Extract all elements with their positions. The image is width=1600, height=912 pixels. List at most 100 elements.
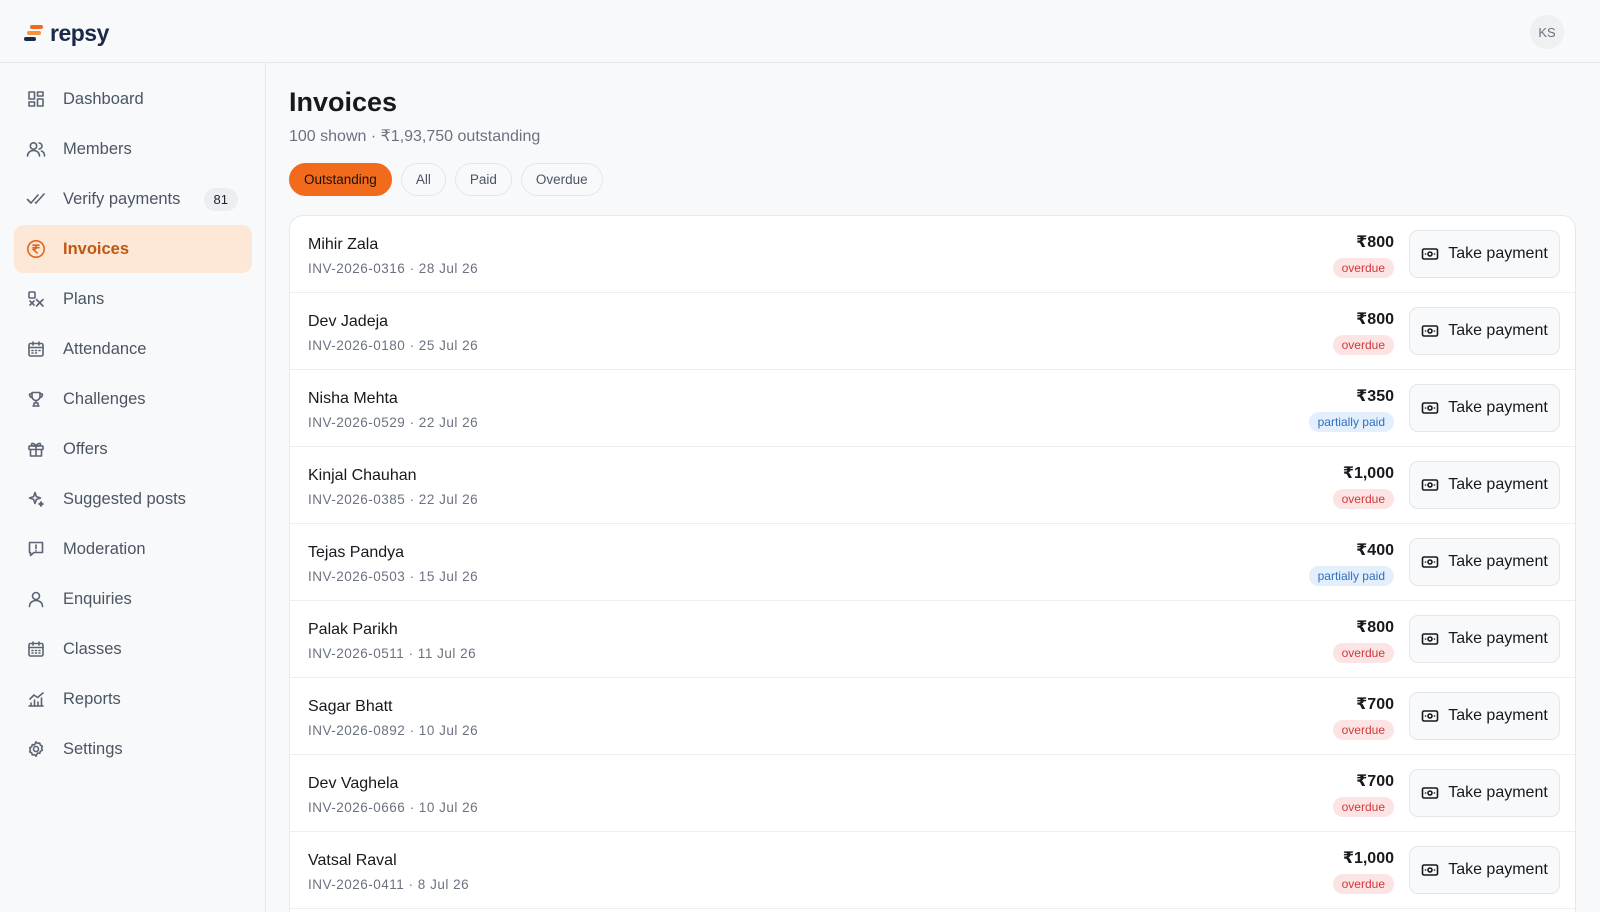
cash-icon	[1421, 786, 1439, 800]
logo-mark-icon	[24, 24, 44, 42]
invoice-row[interactable]: Dev Vaghela INV-2026-0666 · 10 Jul 26 ₹700…	[290, 755, 1575, 832]
cash-icon	[1421, 632, 1439, 646]
cash-icon	[1421, 324, 1439, 338]
invoice-row[interactable]: Vatsal Raval INV-2026-0411 · 8 Jul 26 ₹1,0…	[290, 832, 1575, 909]
gear-icon	[26, 739, 46, 759]
invoice-amount: ₹700	[1356, 773, 1394, 790]
invoice-row[interactable]: Tejas Pandya INV-2026-0503 · 15 Jul 26 ₹40…	[290, 524, 1575, 601]
status-badge: overdue	[1332, 335, 1394, 355]
filter-chip-paid[interactable]: Paid	[454, 163, 512, 196]
take-payment-button[interactable]: Take payment	[1409, 230, 1560, 278]
sidebar-item-suggested-posts[interactable]: Suggested posts	[14, 475, 252, 523]
take-payment-label: Take payment	[1448, 245, 1548, 262]
user-icon	[26, 589, 46, 609]
member-name: Dev Vaghela	[308, 775, 399, 792]
sidebar-item-classes[interactable]: Classes	[14, 625, 252, 673]
sidebar-item-members[interactable]: Members	[14, 125, 252, 173]
cash-icon	[1421, 247, 1439, 261]
member-name: Tejas Pandya	[308, 544, 405, 561]
invoice-row[interactable]: Kinjal Chauhan INV-2026-0385 · 22 Jul 26 ₹…	[290, 447, 1575, 524]
invoice-meta: INV-2026-0666 · 10 Jul 26	[308, 800, 479, 815]
sidebar-item-label: Verify payments	[63, 189, 181, 208]
sidebar-item-settings[interactable]: Settings	[14, 725, 252, 773]
invoice-meta: INV-2026-0529 · 22 Jul 26	[308, 415, 479, 430]
sidebar-item-attendance[interactable]: Attendance	[14, 325, 252, 373]
count-badge: 81	[203, 187, 238, 211]
invoice-meta: INV-2026-0503 · 15 Jul 26	[308, 569, 479, 584]
sidebar-item-offers[interactable]: Offers	[14, 425, 252, 473]
filter-chip-all[interactable]: All	[400, 163, 446, 196]
status-badge: overdue	[1332, 489, 1394, 509]
plans-icon	[26, 289, 46, 309]
sparkles-icon	[26, 489, 46, 509]
sidebar-item-moderation[interactable]: Moderation	[14, 525, 252, 573]
member-name: Palak Parikh	[308, 621, 398, 638]
status-badge: overdue	[1332, 258, 1394, 278]
invoice-amount: ₹1,000	[1342, 850, 1394, 867]
take-payment-button[interactable]: Take payment	[1409, 615, 1560, 663]
cash-icon	[1421, 863, 1439, 877]
take-payment-button[interactable]: Take payment	[1409, 307, 1560, 355]
sidebar-item-label: Reports	[63, 689, 121, 708]
take-payment-button[interactable]: Take payment	[1409, 846, 1560, 894]
sidebar-item-label: Members	[63, 139, 132, 158]
calendar-grid-icon	[26, 639, 46, 659]
status-badge: overdue	[1332, 797, 1394, 817]
member-name: Dev Jadeja	[308, 313, 389, 330]
invoice-meta: INV-2026-0385 · 22 Jul 26	[308, 492, 479, 507]
invoice-row[interactable]: Dev Jadeja INV-2026-0180 · 25 Jul 26 ₹800 o…	[290, 293, 1575, 370]
take-payment-button[interactable]: Take payment	[1409, 461, 1560, 509]
sidebar-item-label: Invoices	[63, 239, 130, 258]
sidebar-item-reports[interactable]: Reports	[14, 675, 252, 723]
sidebar-item-verify-payments[interactable]: Verify payments 81	[14, 175, 252, 223]
status-badge: partially paid	[1308, 412, 1394, 432]
invoice-row[interactable]: Mihir Zala INV-2026-0316 · 28 Jul 26 ₹800 o…	[290, 216, 1575, 293]
invoice-amount: ₹800	[1356, 234, 1394, 251]
sidebar-item-challenges[interactable]: Challenges	[14, 375, 252, 423]
invoice-row[interactable]: Palak Parikh INV-2026-0511 · 11 Jul 26 ₹80…	[290, 601, 1575, 678]
page-subtitle: 100 shown · ₹1,93,750 outstanding	[289, 128, 541, 145]
sidebar-item-enquiries[interactable]: Enquiries	[14, 575, 252, 623]
sidebar-item-label: Attendance	[63, 339, 147, 358]
filter-chip-overdue[interactable]: Overdue	[520, 163, 603, 196]
filter-chip-outstanding[interactable]: Outstanding	[289, 163, 392, 196]
sidebar-item-dashboard[interactable]: Dashboard	[14, 75, 252, 123]
sidebar-item-label: Moderation	[63, 539, 146, 558]
take-payment-button[interactable]: Take payment	[1409, 769, 1560, 817]
take-payment-button[interactable]: Take payment	[1409, 384, 1560, 432]
status-badge: partially paid	[1308, 566, 1394, 586]
sidebar-item-plans[interactable]: Plans	[14, 275, 252, 323]
brand-logo[interactable]: repsy	[24, 20, 109, 46]
member-name: Kinjal Chauhan	[308, 467, 417, 484]
member-name: Nisha Mehta	[308, 390, 398, 407]
invoice-row[interactable]: Sagar Bhatt INV-2026-0892 · 10 Jul 26 ₹700…	[290, 678, 1575, 755]
sidebar-item-label: Suggested posts	[63, 489, 186, 508]
sidebar-item-invoices[interactable]: Invoices	[14, 225, 252, 273]
cash-icon	[1421, 478, 1439, 492]
take-payment-button[interactable]: Take payment	[1409, 538, 1560, 586]
member-name: Sagar Bhatt	[308, 698, 393, 715]
cash-icon	[1421, 555, 1439, 569]
avatar[interactable]: KS	[1530, 15, 1564, 49]
message-alert-icon	[26, 539, 46, 559]
brand-name: repsy	[50, 19, 109, 46]
rupee-circle-icon	[26, 239, 46, 259]
members-icon	[26, 139, 46, 159]
sidebar-item-label: Offers	[63, 439, 108, 458]
invoice-amount: ₹800	[1356, 619, 1394, 636]
take-payment-button[interactable]: Take payment	[1409, 692, 1560, 740]
sidebar-item-label: Dashboard	[63, 89, 144, 108]
status-badge: overdue	[1332, 643, 1394, 663]
invoice-amount: ₹400	[1356, 542, 1394, 559]
invoice-row[interactable]: Nisha Mehta INV-2026-0529 · 22 Jul 26 ₹350…	[290, 370, 1575, 447]
take-payment-label: Take payment	[1448, 784, 1548, 801]
take-payment-label: Take payment	[1448, 476, 1548, 493]
sidebar-item-label: Plans	[63, 289, 105, 308]
chart-icon	[26, 689, 46, 709]
invoice-meta: INV-2026-0411 · 8 Jul 26	[308, 877, 470, 892]
invoice-list: Mihir Zala INV-2026-0316 · 28 Jul 26 ₹800 o…	[289, 215, 1576, 912]
invoice-meta: INV-2026-0180 · 25 Jul 26	[308, 338, 479, 353]
top-bar: repsy KS	[0, 0, 1600, 63]
status-badge: overdue	[1332, 874, 1394, 894]
take-payment-label: Take payment	[1448, 707, 1548, 724]
